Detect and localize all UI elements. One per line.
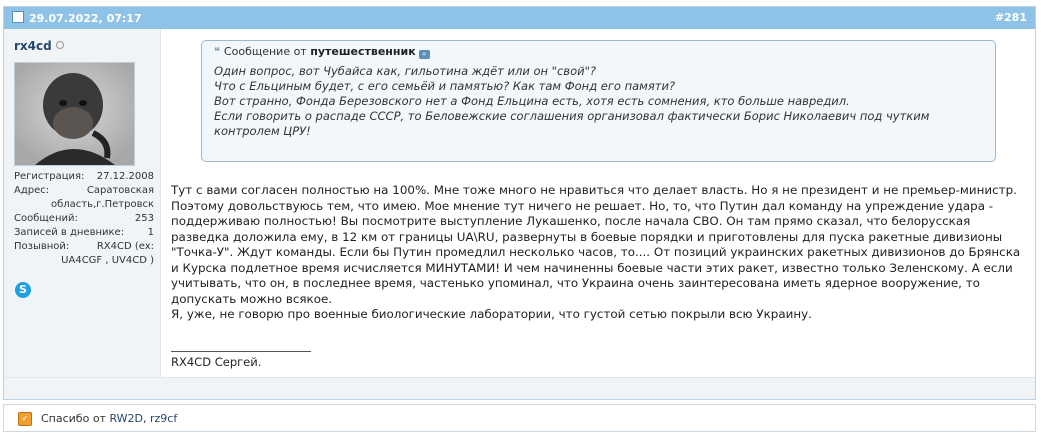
thanks-bar: ✓ Спасибо от RW2D, rz9cf: [3, 404, 1036, 432]
skype-icon[interactable]: S: [15, 282, 31, 298]
quote-block: ❝ Сообщение от путешественник» Один вопро…: [201, 40, 996, 162]
post-footer: [4, 377, 1035, 399]
post-date: 29.07.2022, 07:17: [12, 11, 142, 25]
quote-text: Один вопрос, вот Чубайса как, гильотина …: [214, 64, 930, 138]
user-details: Регистрация: 27.12.2008 Адрес: Саратовская…: [14, 171, 154, 266]
quote-header: ❝ Сообщение от путешественник»: [214, 45, 983, 59]
thanks-user-link[interactable]: RW2D: [109, 412, 143, 425]
view-post-icon[interactable]: »: [418, 50, 430, 59]
forum-post: 29.07.2022, 07:17 #281 rx4cd Регистрация…: [3, 6, 1036, 400]
message-paragraph: Тут с вами согласен полностью на 100%. М…: [171, 183, 1021, 306]
post-header: 29.07.2022, 07:17 #281: [4, 7, 1035, 29]
thanks-icon: ✓: [18, 412, 32, 426]
thanks-text: Спасибо от RW2D, rz9cf: [41, 412, 178, 425]
message-body: Тут с вами согласен полностью на 100%. М…: [171, 183, 1026, 323]
quote-author: путешественник: [310, 45, 416, 58]
avatar[interactable]: [14, 62, 135, 166]
message-paragraph: Я, уже, не говорю про военные биологичес…: [171, 307, 812, 321]
thanks-user-link[interactable]: rz9cf: [150, 412, 177, 425]
offline-status-icon: [55, 41, 64, 49]
post-number-link[interactable]: #281: [995, 11, 1027, 24]
signature-divider: [171, 351, 311, 352]
quote-icon: ❝: [214, 45, 220, 58]
user-info-panel: rx4cd Регистрация: 27.12.2008 Адрес: Сар…: [4, 29, 161, 379]
username[interactable]: rx4cd: [14, 39, 64, 53]
signature: RX4CD Сергей.: [171, 355, 262, 369]
document-icon: [12, 11, 24, 23]
